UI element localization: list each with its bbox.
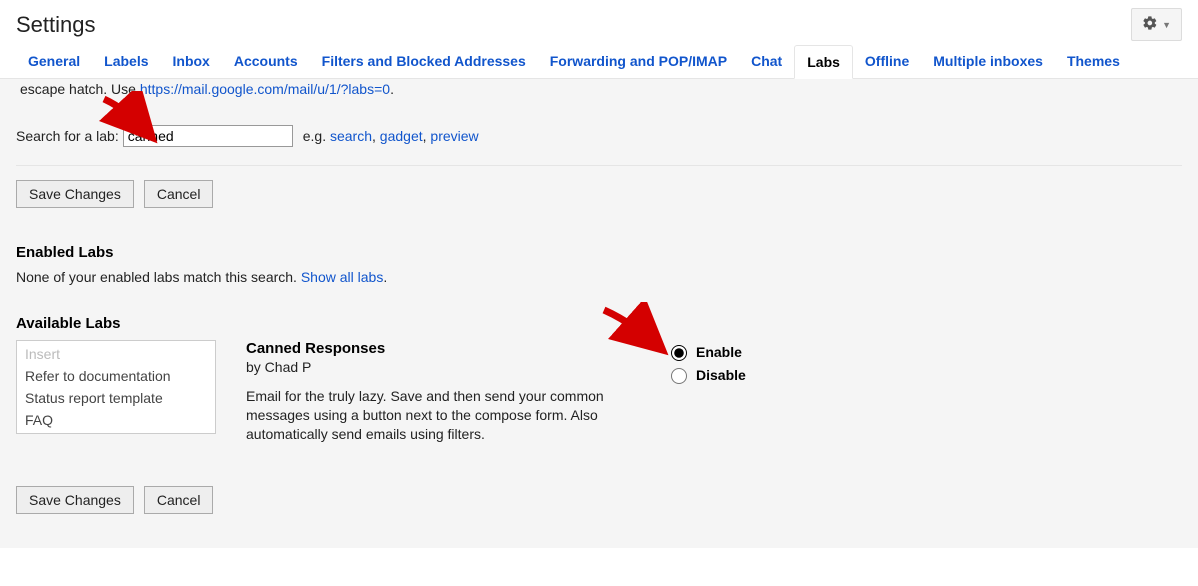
tab-themes[interactable]: Themes <box>1055 45 1132 78</box>
search-examples: e.g. search, gadget, preview <box>303 128 479 144</box>
escape-hatch-link[interactable]: https://mail.google.com/mail/u/1/?labs=0 <box>140 81 390 97</box>
tab-labels[interactable]: Labels <box>92 45 160 78</box>
save-button-bottom[interactable]: Save Changes <box>16 486 134 514</box>
tab-accounts[interactable]: Accounts <box>222 45 310 78</box>
disable-radio[interactable]: Disable <box>666 365 746 384</box>
tab-general[interactable]: General <box>16 45 92 78</box>
settings-tabs: GeneralLabelsInboxAccountsFilters and Bl… <box>0 45 1198 79</box>
tab-chat[interactable]: Chat <box>739 45 794 78</box>
tab-inbox[interactable]: Inbox <box>161 45 222 78</box>
eg-link-gadget[interactable]: gadget <box>380 128 423 144</box>
page-title: Settings <box>16 12 96 38</box>
tab-offline[interactable]: Offline <box>853 45 921 78</box>
save-button[interactable]: Save Changes <box>16 180 134 208</box>
cancel-button-bottom[interactable]: Cancel <box>144 486 214 514</box>
enabled-labs-message: None of your enabled labs match this sea… <box>16 269 1182 293</box>
settings-gear-button[interactable]: ▼ <box>1131 8 1182 41</box>
available-labs-heading: Available Labs <box>16 315 1182 332</box>
eg-link-search[interactable]: search <box>330 128 372 144</box>
enable-radio[interactable]: Enable <box>666 342 746 361</box>
escape-hatch-text: escape hatch. Use https://mail.google.co… <box>16 79 1182 105</box>
tab-multiple-inboxes[interactable]: Multiple inboxes <box>921 45 1055 78</box>
show-all-labs-link[interactable]: Show all labs <box>301 269 384 285</box>
eg-link-preview[interactable]: preview <box>430 128 478 144</box>
lab-author: by Chad P <box>246 357 626 375</box>
disable-radio-input[interactable] <box>671 368 687 384</box>
template-list[interactable]: InsertRefer to documentationStatus repor… <box>16 340 216 434</box>
list-item[interactable]: Refer to documentation <box>17 365 215 387</box>
tab-filters-and-blocked-addresses[interactable]: Filters and Blocked Addresses <box>310 45 538 78</box>
enabled-labs-heading: Enabled Labs <box>16 244 1182 261</box>
tab-labs[interactable]: Labs <box>794 45 853 79</box>
list-item[interactable]: FAQ <box>17 409 215 431</box>
enable-radio-input[interactable] <box>671 345 687 361</box>
lab-title: Canned Responses <box>246 340 626 357</box>
tab-forwarding-and-pop-imap[interactable]: Forwarding and POP/IMAP <box>538 45 739 78</box>
chevron-down-icon: ▼ <box>1162 20 1171 30</box>
cancel-button[interactable]: Cancel <box>144 180 214 208</box>
search-input[interactable] <box>123 125 293 147</box>
search-label: Search for a lab: <box>16 128 119 144</box>
gear-icon <box>1142 15 1158 34</box>
list-item[interactable]: Insert <box>17 343 215 365</box>
list-item[interactable]: Status report template <box>17 387 215 409</box>
lab-description: Email for the truly lazy. Save and then … <box>246 387 626 444</box>
